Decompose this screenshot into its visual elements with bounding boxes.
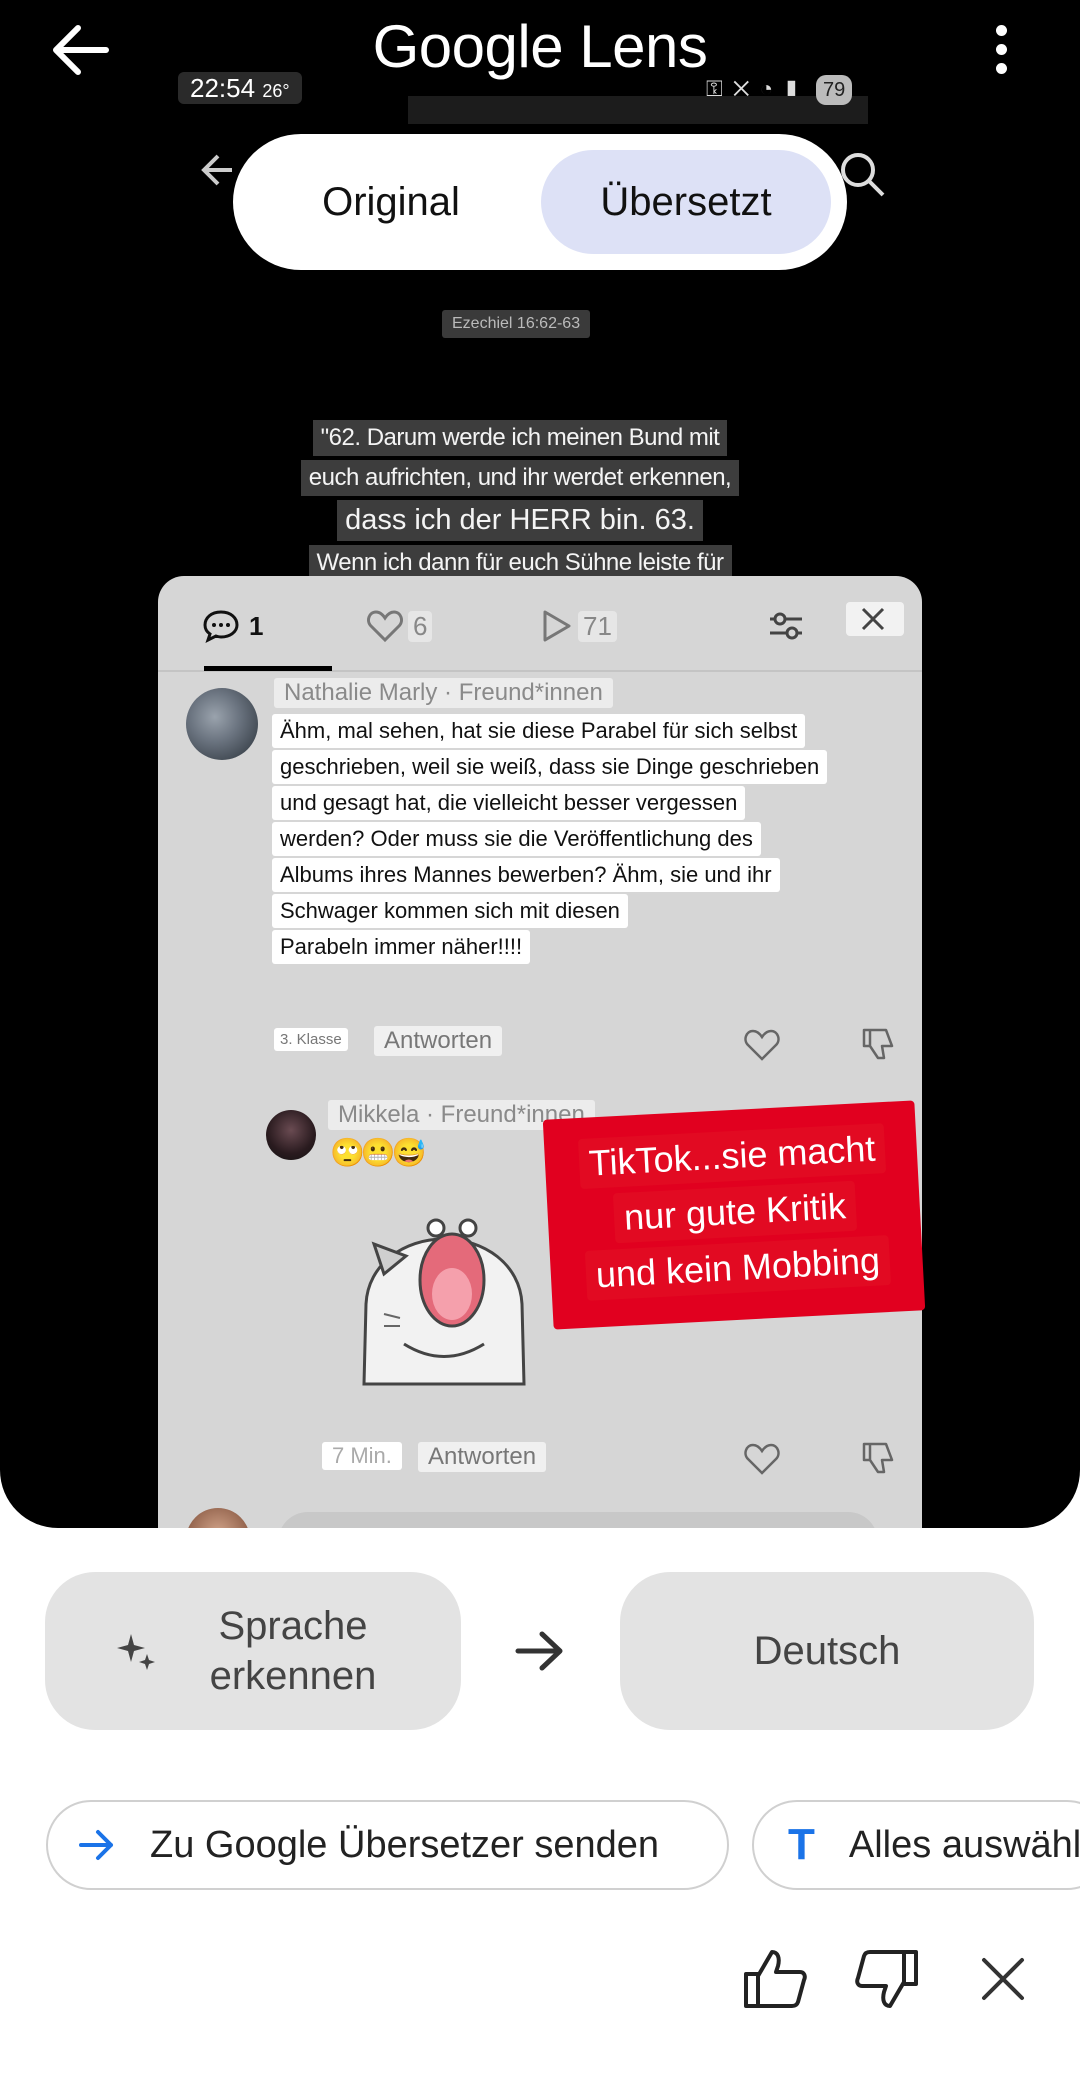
dislike-icon — [862, 1028, 894, 1060]
tab-plays: 71 — [538, 606, 617, 646]
send-to-translate-label: Zu Google Übersetzer senden — [150, 1823, 660, 1866]
thumbs-down-icon[interactable] — [852, 1944, 922, 2014]
avatar — [186, 688, 258, 760]
avatar — [266, 1110, 316, 1160]
comment-line: Parabeln immer näher!!!! — [272, 930, 531, 964]
comment-emojis: 🙄😬😅 — [330, 1137, 427, 1168]
screenshot-temp: 26° — [262, 81, 290, 101]
heart-icon — [367, 610, 403, 643]
comment-time: 7 Min. — [322, 1442, 402, 1470]
comments-count: 1 — [249, 610, 264, 641]
tab-original[interactable]: Original — [251, 150, 531, 254]
comment-line: Albums ihres Mannes bewerben? Ähm, sie u… — [272, 858, 780, 892]
image-viewer: Google Lens 22:54 26° ⚿ ✕ ◔ ▮ 79 Origina… — [0, 0, 1080, 1528]
reply-button: Antworten — [374, 1026, 503, 1056]
tab-underline — [204, 666, 332, 671]
cat-sticker-image — [362, 1218, 526, 1386]
caption-overlay: TikTok...sie macht nur gute Kritik und k… — [556, 1119, 914, 1305]
select-all-text-button[interactable]: T Alles auswählen — [752, 1800, 1080, 1890]
close-icon — [846, 602, 904, 636]
screenshot-status-time: 22:54 26° — [178, 72, 302, 104]
tab-likes: 6 — [366, 606, 433, 646]
thumbs-up-icon[interactable] — [740, 1944, 810, 2014]
comments-sheet: 1 6 71 Nathalie Marly · Freund*innen Ähm… — [158, 576, 922, 1528]
plays-count: 71 — [578, 610, 617, 642]
comment-input-bar — [278, 1512, 878, 1528]
verse-line: euch aufrichten, und ihr werdet erkennen… — [300, 460, 740, 496]
arrow-right-icon — [515, 1631, 563, 1671]
screenshot-back-arrow-icon — [201, 154, 232, 186]
verse-line: "62. Darum werde ich meinen Bund mit — [312, 420, 728, 456]
arrow-right-icon — [79, 1830, 113, 1860]
comment-tag: 3. Klasse — [274, 1028, 348, 1051]
comment-line: geschrieben, weil sie weiß, dass sie Din… — [272, 750, 828, 784]
verse-line: dass ich der HERR bin. 63. — [337, 500, 703, 541]
send-to-translate-button[interactable]: Zu Google Übersetzer senden — [46, 1800, 729, 1890]
comment-author: Nathalie Marly · Freund*innen — [274, 678, 613, 708]
screenshot-battery: 79 — [816, 75, 853, 105]
likes-count: 6 — [408, 610, 433, 642]
more-options-icon[interactable] — [986, 22, 1016, 78]
comments-tabs: 1 6 71 — [158, 576, 922, 672]
app-title: Google Lens — [372, 13, 708, 80]
comment-line: werden? Oder muss sie die Veröffentlichu… — [272, 822, 761, 856]
verse-reference: Ezechiel 16:62-63 — [442, 310, 591, 338]
heart-icon — [744, 1029, 780, 1061]
caption-line: TikTok...sie macht — [577, 1123, 887, 1190]
close-icon[interactable] — [968, 1944, 1038, 2014]
screenshot-time: 22:54 — [190, 73, 256, 103]
tab-comments: 1 — [202, 606, 268, 646]
reply-button: Antworten — [418, 1442, 547, 1472]
source-language-button[interactable]: Sprache erkennen — [45, 1572, 461, 1730]
view-toggle: Original Übersetzt — [233, 134, 847, 270]
caption-line: nur gute Kritik — [612, 1180, 858, 1244]
filter-icon — [766, 606, 810, 646]
target-language-button[interactable]: Deutsch — [620, 1572, 1034, 1730]
dislike-icon — [862, 1442, 894, 1474]
play-icon — [543, 610, 571, 642]
comment-line: Ähm, mal sehen, hat sie diese Parabel fü… — [272, 714, 806, 748]
comment-icon — [203, 610, 239, 643]
avatar — [186, 1508, 250, 1528]
comment-text: Ähm, mal sehen, hat sie diese Parabel fü… — [272, 714, 892, 966]
tab-translated[interactable]: Übersetzt — [541, 150, 831, 254]
sparkle-icon — [117, 1634, 155, 1670]
comment-line: Schwager kommen sich mit diesen — [272, 894, 628, 928]
screenshot-status-icons: ⚿ ✕ ◔ ▮ 79 — [706, 74, 853, 105]
status-icons: ⚿ ✕ ◔ ▮ — [706, 76, 802, 101]
source-language-label: Sprache erkennen — [209, 1604, 377, 1698]
select-all-label: Alles auswählen — [848, 1823, 1080, 1866]
verse-text: "62. Darum werde ich meinen Bund mit euc… — [300, 418, 740, 583]
comment-line: und gesagt hat, die vielleicht besser ve… — [272, 786, 746, 820]
heart-icon — [744, 1443, 780, 1475]
text-icon: T — [788, 1820, 815, 1869]
